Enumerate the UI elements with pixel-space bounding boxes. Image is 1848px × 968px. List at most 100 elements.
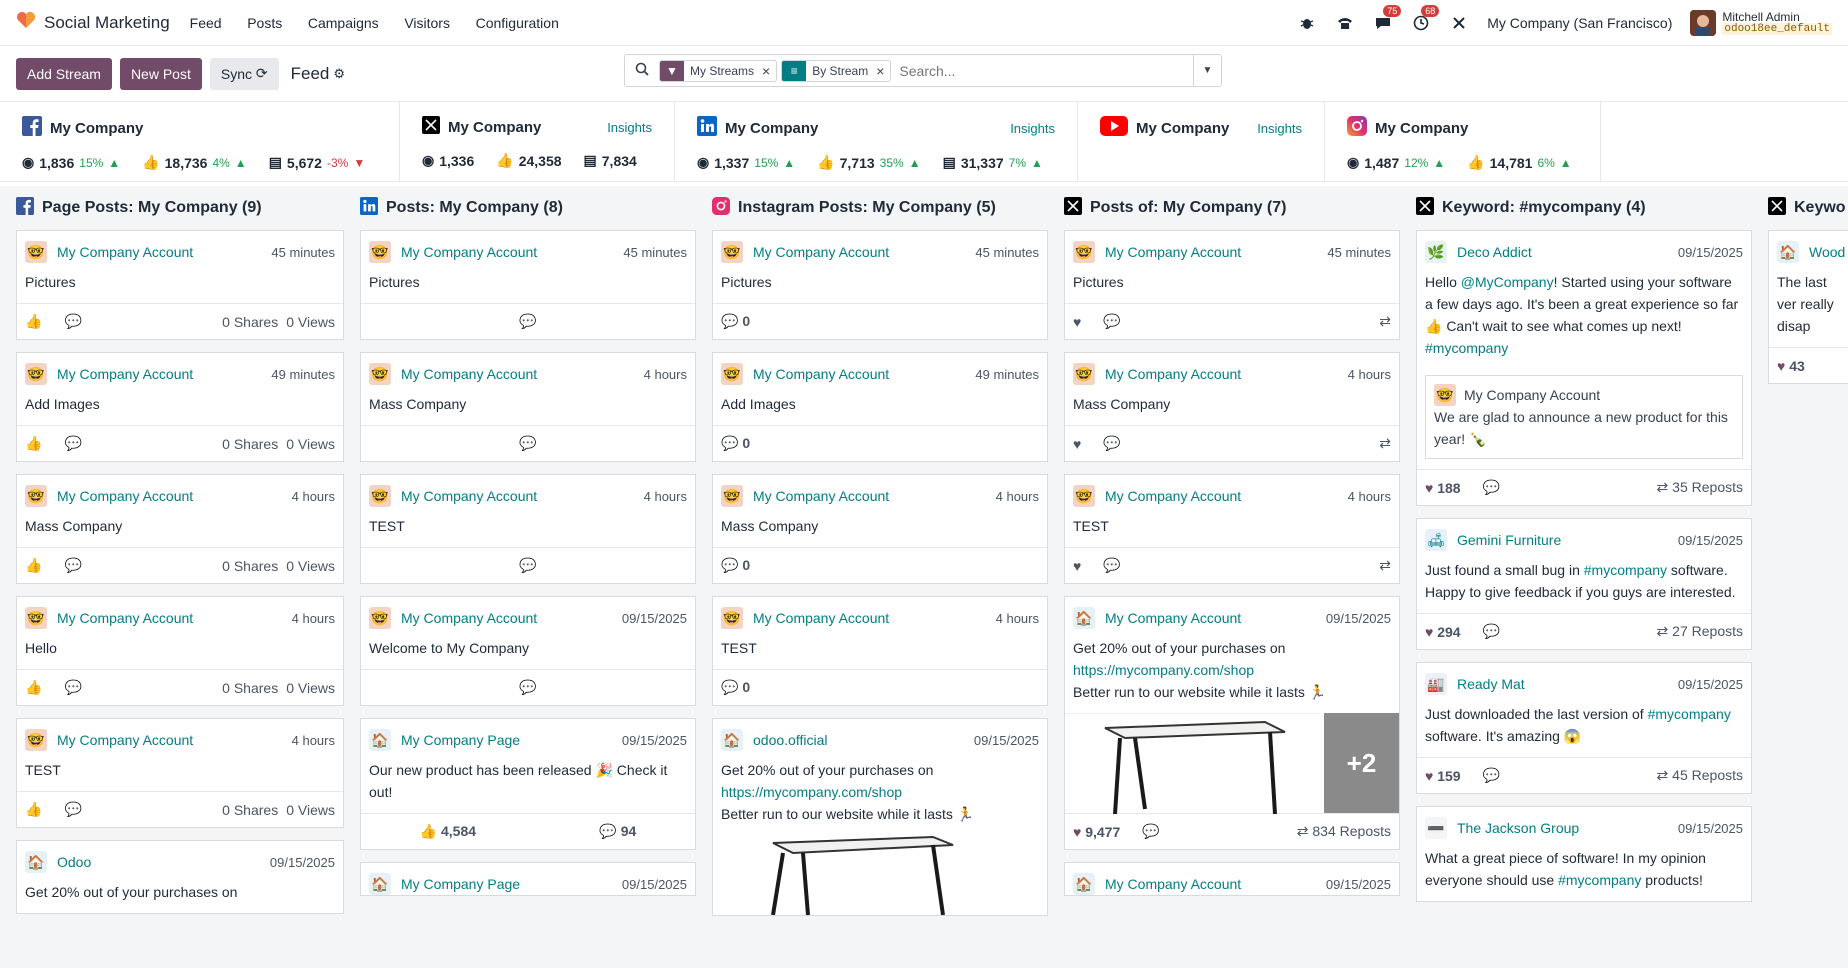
- post-author[interactable]: My Company Account: [401, 488, 537, 504]
- menu-configuration[interactable]: Configuration: [476, 15, 559, 31]
- comment-icon[interactable]: 💬: [64, 801, 81, 818]
- comment-icon[interactable]: 💬: [64, 557, 81, 574]
- post-link[interactable]: https://mycompany.com/shop: [721, 784, 902, 800]
- heart-icon[interactable]: ♥: [1777, 358, 1785, 374]
- more-images-overlay[interactable]: +2: [1324, 713, 1399, 813]
- like-icon[interactable]: 👍: [420, 823, 437, 839]
- post-author[interactable]: My Company Account: [753, 488, 889, 504]
- post-card[interactable]: 🤓 My Company Account 49 minutes Add Images 👍…: [16, 352, 344, 462]
- post-card[interactable]: 🤓 My Company Account 4 hours TEST 💬: [360, 474, 696, 584]
- post-author[interactable]: My Company Account: [1105, 610, 1241, 626]
- comment-icon[interactable]: 💬: [1483, 623, 1500, 640]
- post-author[interactable]: My Company Account: [57, 244, 193, 260]
- post-card[interactable]: 🤓 My Company Account 4 hours Mass Company 💬 …: [712, 474, 1048, 584]
- post-card[interactable]: 🤓 My Company Account 4 hours Mass Company 💬: [360, 352, 696, 462]
- comment-icon[interactable]: 💬: [64, 435, 81, 452]
- post-card[interactable]: 🤓 My Company Account 4 hours Mass Company ♥ 💬…: [1064, 352, 1400, 462]
- new-post-button[interactable]: New Post: [119, 57, 202, 90]
- post-author[interactable]: Odoo: [57, 854, 91, 870]
- post-card[interactable]: 🤓 My Company Account 45 minutes Pictures 💬 0: [712, 230, 1048, 340]
- heart-icon[interactable]: ♥: [1425, 480, 1433, 496]
- post-author[interactable]: Wood: [1809, 244, 1845, 260]
- repost-icon[interactable]: ⇄: [1379, 557, 1391, 574]
- post-author[interactable]: My Company Account: [57, 732, 193, 748]
- heart-icon[interactable]: ♥: [1425, 768, 1433, 784]
- post-author[interactable]: My Company Account: [401, 244, 537, 260]
- post-card[interactable]: 🛋 Gemini Furniture 09/15/2025 Just found a…: [1416, 518, 1752, 650]
- post-author[interactable]: My Company Account: [1105, 488, 1241, 504]
- post-hashtag[interactable]: #mycompany: [1648, 706, 1731, 722]
- post-card[interactable]: 🤓 My Company Account 09/15/2025 Welcome to …: [360, 596, 696, 706]
- post-card[interactable]: 🏠 My Company Page 09/15/2025 Our new produc…: [360, 718, 696, 850]
- post-author[interactable]: My Company Account: [57, 488, 193, 504]
- post-author[interactable]: Ready Mat: [1457, 676, 1525, 692]
- repost-icon[interactable]: ⇄: [1297, 823, 1309, 839]
- post-card[interactable]: ➖ The Jackson Group 09/15/2025 What a grea…: [1416, 806, 1752, 902]
- search-icon[interactable]: [635, 62, 649, 79]
- sync-button[interactable]: Sync ⟳: [209, 57, 279, 90]
- post-card[interactable]: 🏠 My Company Page 09/15/2025: [360, 862, 696, 896]
- post-author[interactable]: My Company Account: [1105, 244, 1241, 260]
- post-card[interactable]: 🤓 My Company Account 45 minutes Pictures 💬: [360, 230, 696, 340]
- like-icon[interactable]: 👍: [25, 801, 42, 818]
- facet-remove-icon[interactable]: ×: [760, 63, 776, 79]
- quoted-post[interactable]: 🤓 My Company Account We are glad to announ…: [1425, 375, 1743, 459]
- user-menu[interactable]: Mitchell Admin odoo18ee_default: [1690, 9, 1832, 36]
- post-card[interactable]: 🏭 Ready Mat 09/15/2025 Just downloaded the…: [1416, 662, 1752, 794]
- post-author[interactable]: My Company Page: [401, 732, 520, 748]
- menu-visitors[interactable]: Visitors: [404, 15, 450, 31]
- heart-icon[interactable]: ♥: [1073, 824, 1081, 840]
- gear-icon[interactable]: ⚙: [333, 66, 345, 82]
- comment-icon[interactable]: 💬: [519, 435, 536, 452]
- like-icon[interactable]: 👍: [25, 557, 42, 574]
- menu-campaigns[interactable]: Campaigns: [308, 15, 379, 31]
- comment-icon[interactable]: 💬: [64, 313, 81, 330]
- comment-icon[interactable]: 💬: [1142, 823, 1159, 840]
- post-author[interactable]: My Company Account: [57, 366, 193, 382]
- post-card[interactable]: 🤓 My Company Account 4 hours TEST ♥ 💬 ⇄: [1064, 474, 1400, 584]
- post-card[interactable]: 🏠 Wood The last ver really disap ♥ 43: [1768, 230, 1848, 384]
- comment-icon[interactable]: 💬: [519, 313, 536, 330]
- company-switcher[interactable]: My Company (San Francisco): [1487, 15, 1672, 31]
- menu-feed[interactable]: Feed: [190, 15, 222, 31]
- comment-icon[interactable]: 💬: [1103, 313, 1120, 330]
- post-author[interactable]: My Company Account: [753, 610, 889, 626]
- post-hashtag[interactable]: #mycompany: [1425, 340, 1508, 356]
- insights-link[interactable]: Insights: [1257, 121, 1302, 136]
- comment-icon[interactable]: 💬: [1483, 479, 1500, 496]
- post-card[interactable]: 🌿 Deco Addict 09/15/2025 Hello @MyCompany!…: [1416, 230, 1752, 506]
- post-author[interactable]: Gemini Furniture: [1457, 532, 1561, 548]
- post-card[interactable]: 🤓 My Company Account 4 hours TEST 👍 💬 0 Shares…: [16, 718, 344, 828]
- heart-icon[interactable]: ♥: [1073, 314, 1081, 330]
- post-card[interactable]: 🏠 Odoo 09/15/2025 Get 20% out of your purch…: [16, 840, 344, 914]
- heart-icon[interactable]: ♥: [1425, 624, 1433, 640]
- post-card[interactable]: 🏠 My Company Account 09/15/2025 Get 20% out…: [1064, 596, 1400, 850]
- post-author[interactable]: My Company Account: [753, 366, 889, 382]
- post-card[interactable]: 🏠 odoo.official 09/15/2025 Get 20% out of y…: [712, 718, 1048, 916]
- post-hashtag[interactable]: #mycompany: [1584, 562, 1667, 578]
- post-author[interactable]: My Company Page: [401, 876, 520, 892]
- repost-icon[interactable]: ⇄: [1379, 435, 1391, 452]
- insights-link[interactable]: Insights: [607, 120, 652, 135]
- heart-icon[interactable]: ♥: [1073, 436, 1081, 452]
- post-author[interactable]: My Company Account: [401, 610, 537, 626]
- heart-icon[interactable]: ♥: [1073, 558, 1081, 574]
- post-card[interactable]: 🏠 My Company Account 09/15/2025: [1064, 862, 1400, 896]
- comment-icon[interactable]: 💬: [599, 823, 616, 839]
- comment-icon[interactable]: 💬: [1103, 435, 1120, 452]
- comment-icon[interactable]: 💬: [721, 313, 738, 329]
- comment-icon[interactable]: 💬: [721, 679, 738, 695]
- repost-icon[interactable]: ⇄: [1657, 767, 1669, 783]
- chat-icon[interactable]: 75: [1373, 4, 1402, 33]
- tools-icon[interactable]: [1449, 13, 1469, 33]
- comment-icon[interactable]: 💬: [721, 557, 738, 573]
- post-card[interactable]: 🤓 My Company Account 45 minutes Pictures ♥ 💬 ⇄: [1064, 230, 1400, 340]
- comment-icon[interactable]: 💬: [1483, 767, 1500, 784]
- comment-icon[interactable]: 💬: [1103, 557, 1120, 574]
- like-icon[interactable]: 👍: [25, 679, 42, 696]
- search-dropdown-toggle[interactable]: ▼: [1193, 55, 1221, 86]
- post-card[interactable]: 🤓 My Company Account 4 hours Hello 👍 💬 0 Share…: [16, 596, 344, 706]
- app-brand[interactable]: Social Marketing: [16, 11, 170, 34]
- comment-icon[interactable]: 💬: [519, 679, 536, 696]
- repost-icon[interactable]: ⇄: [1657, 479, 1669, 495]
